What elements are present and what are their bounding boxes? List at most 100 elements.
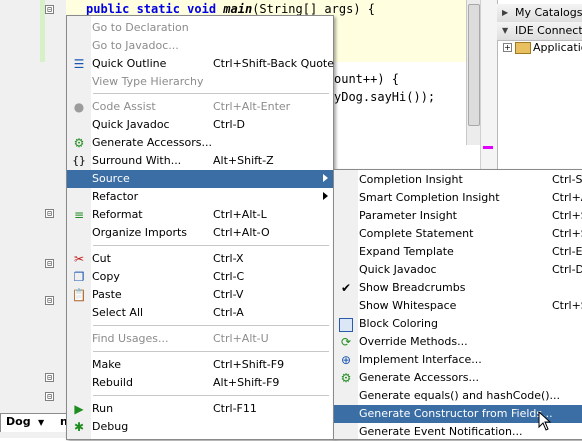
menu-item-label: Rebuild — [92, 376, 133, 389]
menu-item-organize-imports[interactable]: Organize Imports Ctrl+Alt-O — [67, 224, 333, 242]
menu-item-label: Override Methods... — [359, 335, 468, 348]
menu-item-shortcut: Ctrl-F11 — [213, 402, 257, 415]
code-keywords: public static void — [86, 2, 224, 16]
my-catalogs-label: My Catalogs — [515, 6, 582, 19]
menu-item-source[interactable]: Source — [67, 170, 333, 188]
menu-item-debug[interactable]: ✱ Debug — [67, 418, 333, 436]
menu-item-shortcut: Alt+Shift-Z — [213, 154, 274, 167]
menu-item-cut[interactable]: ✂ Cut Ctrl-X — [67, 250, 333, 268]
tree-expand-icon[interactable]: + — [503, 43, 512, 52]
menu-item-shortcut: Ctrl+Alt-U — [213, 332, 269, 345]
paste-icon: 📋 — [71, 288, 87, 302]
menu-item-shortcut: Ctrl+S — [552, 209, 582, 222]
menu-item-label: Completion Insight — [359, 173, 463, 186]
dropdown-arrow-icon[interactable]: ▼ — [38, 418, 44, 427]
menu-item-label: Copy — [92, 270, 120, 283]
menu-item-parameter-insight[interactable]: Parameter Insight Ctrl+S — [334, 207, 582, 225]
menu-item-quick-outline[interactable]: ☰ Quick Outline Ctrl+Shift-Back Quote — [67, 55, 334, 73]
my-catalogs-header[interactable]: ▶ My Catalogs — [497, 4, 582, 23]
menu-item-copy[interactable]: ❐ Copy Ctrl-C — [67, 268, 333, 286]
code-line-loop[interactable]: ount++) { — [334, 72, 399, 86]
menu-item-label: Organize Imports — [92, 226, 188, 239]
menu-item-override-methods[interactable]: ⟳ Override Methods... — [334, 333, 582, 351]
menu-item-quick-javadoc[interactable]: Quick Javadoc Ctrl-D — [67, 116, 333, 134]
menu-item-shortcut: Ctrl-D — [213, 118, 246, 131]
menu-item-implement-interface[interactable]: ⊕ Implement Interface... — [334, 351, 582, 369]
menu-item-complete-statement[interactable]: Complete Statement Ctrl+S — [334, 225, 582, 243]
menu-item-find-usages[interactable]: Find Usages... Ctrl+Alt-U — [67, 330, 333, 348]
submenu-arrow-icon — [323, 174, 328, 182]
implement-icon: ⊕ — [340, 353, 352, 367]
menu-item-generate-equals-hashcode[interactable]: Generate equals() and hashCode()... — [334, 387, 582, 405]
menu-item-label: Run — [92, 402, 114, 415]
menu-item-shortcut: Ctrl+Shift-F9 — [213, 358, 285, 371]
menu-item-label: Generate Accessors... — [359, 371, 480, 384]
code-line-main[interactable]: public static void main(String[] args) { — [86, 2, 375, 16]
breadcrumb-label[interactable]: Dog — [6, 415, 31, 428]
menu-separator — [93, 351, 329, 352]
submenu-arrow-icon — [323, 192, 328, 200]
run-icon: ▶ — [74, 402, 84, 416]
menu-item-shortcut: Ctrl-Sp — [552, 173, 582, 186]
menu-item-smart-completion-insight[interactable]: Smart Completion Insight Ctrl+A — [334, 189, 582, 207]
menu-item-completion-insight[interactable]: Completion Insight Ctrl-Sp — [334, 171, 582, 189]
fold-collapse-icon[interactable]: ⊟ — [45, 392, 54, 401]
menu-item-label: Generate Constructor from Fields... — [359, 407, 553, 420]
menu-item-shortcut: Ctrl+Alt-Enter — [213, 100, 291, 113]
menu-item-label: Code Assist — [92, 100, 156, 113]
menu-item-show-whitespace[interactable]: Show Whitespace Ctrl+S — [334, 297, 582, 315]
menu-separator — [93, 395, 329, 396]
menu-item-run[interactable]: ▶ Run Ctrl-F11 — [67, 400, 333, 418]
menu-item-label: Paste — [92, 288, 122, 301]
menu-item-refactor[interactable]: Refactor — [67, 188, 333, 206]
menu-item-view-type-hierarchy[interactable]: View Type Hierarchy — [67, 73, 333, 91]
copy-icon: ❐ — [73, 270, 85, 284]
menu-item-label: Reformat — [92, 208, 143, 221]
menu-item-label: Show Breadcrumbs — [359, 281, 466, 294]
code-method-name: main — [223, 2, 253, 16]
menu-item-label: Select All — [92, 306, 144, 319]
code-line-print[interactable]: yDog.sayHi()); — [334, 90, 435, 104]
error-stripe-marker[interactable] — [483, 146, 493, 149]
menu-item-surround-with[interactable]: {} Surround With... Alt+Shift-Z — [67, 152, 333, 170]
menu-item-reformat[interactable]: ≡ Reformat Ctrl+Alt-L — [67, 206, 333, 224]
menu-item-shortcut: Ctrl-D — [552, 263, 582, 276]
menu-item-expand-template[interactable]: Expand Template Ctrl-En — [334, 243, 582, 261]
fold-collapse-icon[interactable]: ⊟ — [45, 373, 54, 382]
menu-item-label: Source — [92, 172, 130, 185]
menu-item-label: Block Coloring — [359, 317, 438, 330]
menu-item-rebuild[interactable]: Rebuild Alt+Shift-F9 — [67, 374, 333, 392]
menu-item-generate-accessors[interactable]: ⚙ Generate Accessors... — [334, 369, 582, 387]
menu-item-shortcut: Ctrl-En — [552, 245, 582, 258]
menu-item-label: Expand Template — [359, 245, 454, 258]
menu-item-show-breadcrumbs[interactable]: ✔ Show Breadcrumbs — [334, 279, 582, 297]
menu-item-shortcut: Alt+Shift-F9 — [213, 376, 280, 389]
menu-item-go-to-declaration[interactable]: Go to Declaration — [67, 19, 333, 37]
menu-item-label: Cut — [92, 252, 111, 265]
menu-item-make[interactable]: Make Ctrl+Shift-F9 — [67, 356, 333, 374]
menu-item-shortcut: Ctrl+S — [552, 299, 582, 312]
scrollbar-thumb[interactable] — [468, 4, 480, 126]
menu-item-block-coloring[interactable]: Block Coloring — [334, 315, 582, 333]
fold-collapse-icon[interactable]: ⊟ — [45, 5, 54, 14]
fold-collapse-icon[interactable]: ⊟ — [45, 209, 54, 218]
menu-item-code-assist[interactable]: ● Code Assist Ctrl+Alt-Enter — [67, 98, 333, 116]
menu-item-label: Complete Statement — [359, 227, 474, 240]
menu-item-select-all[interactable]: Select All Ctrl-A — [67, 304, 333, 322]
menu-item-label: Generate Accessors... — [92, 136, 213, 149]
accessors-icon: ⚙ — [73, 136, 85, 150]
ide-connections-header[interactable]: ▼ IDE Connections — [497, 22, 582, 41]
menu-item-label: Make — [92, 358, 121, 371]
menu-item-quick-javadoc[interactable]: Quick Javadoc Ctrl-D — [334, 261, 582, 279]
menu-item-shortcut: Ctrl-V — [213, 288, 244, 301]
editor-gutter — [0, 0, 67, 438]
accessors-icon: ⚙ — [340, 371, 352, 385]
fold-collapse-icon[interactable]: ⊟ — [45, 296, 54, 305]
menu-item-generate-accessors[interactable]: ⚙ Generate Accessors... — [67, 134, 333, 152]
menu-item-label: Parameter Insight — [359, 209, 457, 222]
menu-item-go-to-javadoc[interactable]: Go to Javadoc... — [67, 37, 333, 55]
lightbulb-icon: ● — [73, 100, 85, 114]
fold-collapse-icon[interactable]: ⊟ — [45, 259, 54, 268]
menu-item-paste[interactable]: 📋 Paste Ctrl-V — [67, 286, 333, 304]
reformat-icon: ≡ — [73, 208, 85, 222]
